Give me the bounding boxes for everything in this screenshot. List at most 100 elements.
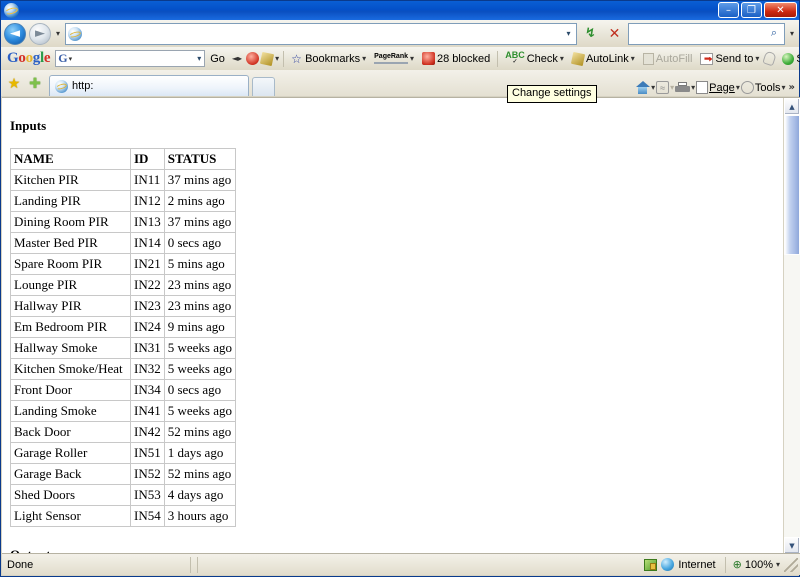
google-search-caret-icon[interactable]: ▾	[69, 55, 73, 63]
cell-id: IN34	[130, 379, 165, 401]
bookmarks-button[interactable]: ☆ Bookmarks ▾	[288, 49, 369, 68]
pagerank-icon: PageRank	[374, 53, 408, 64]
blocked-count-label: 28 blocked	[437, 52, 491, 65]
cell-status: 23 mins ago	[163, 274, 236, 296]
table-row: Hallway PIR IN23 23 mins ago	[10, 295, 236, 317]
blocked-icon	[422, 52, 436, 65]
google-logo-letter: G	[7, 50, 19, 66]
resize-grip[interactable]	[784, 557, 798, 572]
chevron-down-icon[interactable]: ▾	[362, 54, 366, 63]
spellcheck-button[interactable]: ABC ✓ Check ▾	[502, 49, 567, 68]
tab-bar: ★ ✚ http: ▾ ≈ ▾ ▾ Page ▾ Tools ▾ »	[1, 70, 799, 96]
cell-name: Landing PIR	[10, 190, 131, 212]
google-logo-letter: g	[32, 50, 41, 66]
pagerank-button[interactable]: PageRank ▾	[371, 49, 417, 68]
scrollbar-thumb[interactable]	[784, 115, 800, 255]
google-go-caret-icon[interactable]: ◄▸	[230, 54, 244, 63]
table-row: Garage Roller IN51 1 days ago	[10, 442, 236, 464]
cell-name: Em Bedroom PIR	[10, 316, 131, 338]
autofill-icon	[642, 52, 654, 65]
new-tab-button[interactable]	[252, 77, 275, 96]
search-icon[interactable]: ⌕	[764, 25, 784, 43]
google-history-icon[interactable]	[246, 52, 260, 65]
scroll-up-icon[interactable]: ▲	[784, 98, 800, 115]
search-box[interactable]: ⌕	[627, 22, 785, 45]
table-row: Spare Room PIR IN21 5 mins ago	[10, 253, 236, 275]
google-search-box[interactable]: G ▾ ▾	[55, 50, 206, 67]
cell-name: Garage Back	[10, 463, 131, 485]
cell-status: 2 mins ago	[163, 190, 236, 212]
browser-tab[interactable]: http:	[49, 75, 249, 96]
favorites-center-icon[interactable]: ★	[6, 76, 22, 92]
cell-id: IN21	[130, 253, 165, 275]
chevron-down-icon[interactable]: ▾	[782, 83, 786, 92]
close-button[interactable]: ✕	[764, 2, 797, 18]
column-header-id: ID	[130, 148, 165, 170]
back-button[interactable]: ◄	[4, 22, 26, 45]
google-go-button[interactable]: Go	[207, 49, 228, 68]
zoom-control[interactable]: ⊕ 100% ▾	[729, 558, 784, 571]
address-dropdown-icon[interactable]: ▾	[561, 25, 576, 43]
stop-button[interactable]: ✕	[604, 23, 625, 44]
tools-icon[interactable]	[740, 81, 754, 94]
zone-label: Internet	[678, 558, 716, 571]
scroll-down-icon[interactable]: ▼	[784, 537, 800, 554]
google-settings-button[interactable]: Settings ▾	[779, 49, 800, 68]
table-row: Light Sensor IN54 3 hours ago	[10, 505, 236, 527]
refresh-button[interactable]: ↯	[580, 23, 601, 44]
cell-status: 37 mins ago	[163, 211, 236, 233]
cell-id: IN41	[130, 400, 165, 422]
cell-id: IN13	[130, 211, 165, 233]
address-bar[interactable]: ▾	[65, 22, 577, 45]
maximize-button[interactable]: ❐	[741, 2, 762, 18]
home-icon[interactable]	[635, 81, 651, 94]
zoom-level: 100%	[744, 558, 773, 571]
chevron-down-icon[interactable]: ▾	[631, 54, 635, 63]
forward-button[interactable]: ►	[29, 22, 51, 45]
google-search-dropdown-icon[interactable]: ▾	[197, 54, 204, 63]
status-separator	[190, 556, 191, 573]
table-header-row: NAME ID STATUS	[10, 148, 236, 170]
scrollbar-track[interactable]	[784, 115, 800, 537]
security-zone[interactable]: Internet	[638, 558, 721, 571]
print-icon[interactable]	[675, 81, 691, 94]
recent-pages-caret-icon[interactable]: ▾	[54, 29, 62, 38]
zoom-icon: ⊕	[732, 558, 742, 571]
page-icon[interactable]	[696, 81, 709, 94]
tools-menu-label[interactable]: Tools	[755, 82, 781, 94]
chevron-down-icon[interactable]: ▾	[691, 83, 695, 92]
chevron-down-icon[interactable]: ▾	[755, 54, 759, 63]
status-separator	[197, 556, 198, 573]
zoom-caret-icon[interactable]: ▾	[776, 560, 780, 569]
chevron-down-icon[interactable]: ▾	[736, 83, 740, 92]
minimize-button[interactable]: –	[718, 2, 739, 18]
send-to-button[interactable]: Send to ▾	[697, 49, 762, 68]
chevron-down-icon[interactable]: ▾	[410, 54, 414, 63]
search-provider-caret-icon[interactable]: ▾	[788, 29, 796, 38]
check-label: Check	[526, 52, 558, 65]
send-to-label: Send to	[715, 52, 754, 65]
cell-id: IN14	[130, 232, 165, 254]
cell-id: IN24	[130, 316, 165, 338]
overflow-icon[interactable]: »	[787, 82, 797, 93]
google-highlight-icon[interactable]	[259, 51, 275, 66]
autolink-button[interactable]: AutoLink ▾	[569, 49, 638, 68]
feeds-icon[interactable]: ≈	[656, 81, 670, 94]
clip-icon[interactable]	[762, 50, 778, 67]
page-favicon-icon	[68, 26, 83, 41]
table-row: Landing Smoke IN41 5 weeks ago	[10, 400, 236, 422]
cell-status: 5 weeks ago	[163, 337, 236, 359]
chevron-down-icon[interactable]: ▾	[560, 54, 564, 63]
add-to-favorites-icon[interactable]: ✚	[27, 76, 43, 92]
star-icon: ☆	[291, 51, 302, 66]
cell-id: IN22	[130, 274, 165, 296]
cell-status: 5 weeks ago	[163, 400, 236, 422]
chevron-down-icon[interactable]: ▾	[651, 83, 655, 92]
popup-blocker-button[interactable]: 28 blocked	[419, 49, 493, 68]
vertical-scrollbar[interactable]: ▲ ▼	[783, 98, 800, 554]
google-highlight-caret-icon[interactable]: ▾	[275, 54, 279, 63]
page-menu-label[interactable]: Page	[709, 82, 735, 94]
settings-label: Settings	[796, 53, 800, 65]
bookmarks-label: Bookmarks	[305, 52, 361, 65]
tab-title: http:	[72, 80, 94, 92]
